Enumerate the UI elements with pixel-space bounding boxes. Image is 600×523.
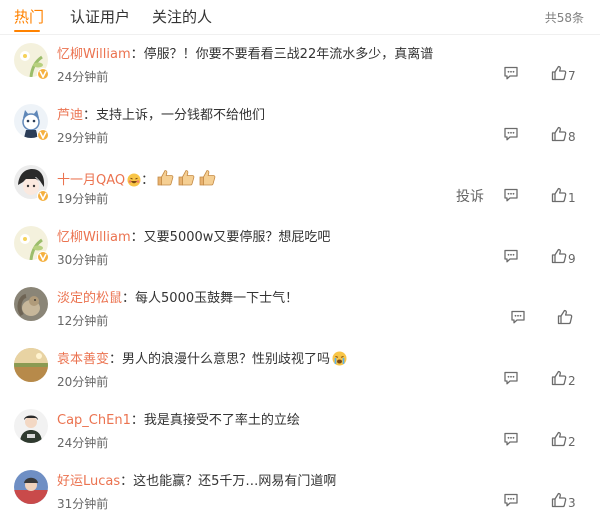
like-icon[interactable]	[551, 126, 567, 142]
verified-badge-icon	[37, 68, 49, 80]
verified-badge-icon	[37, 129, 49, 141]
like-icon[interactable]	[551, 370, 567, 386]
comment-time: 29分钟前	[57, 131, 109, 145]
comment-item: 好运Lucas：这也能赢？还5千万…网易有门道啊 31分钟前 3	[0, 462, 600, 523]
tab-bar: 热门 认证用户 关注的人 共58条	[0, 0, 600, 35]
comment-count: 共58条	[544, 11, 584, 25]
comment-separator: ：	[83, 108, 97, 123]
photo-avatar-icon[interactable]	[14, 470, 48, 504]
thumbs-up-emoji-icon	[198, 168, 217, 193]
comment-separator: ：	[122, 291, 136, 306]
like-icon[interactable]	[557, 309, 573, 325]
active-tab-indicator	[14, 30, 40, 32]
laugh-cry-emoji-icon	[127, 173, 141, 193]
squirrel-avatar-icon[interactable]	[14, 287, 48, 321]
tab-following[interactable]: 关注的人	[152, 7, 212, 27]
comment-time: 24分钟前	[57, 70, 109, 84]
comment-time: 20分钟前	[57, 375, 109, 389]
like-count: 8	[568, 130, 576, 144]
comment-text: 这也能赢？还5千万…网易有门道啊	[133, 474, 337, 489]
comment-time: 19分钟前	[57, 192, 109, 206]
reply-icon[interactable]	[503, 126, 519, 142]
reply-icon[interactable]	[503, 65, 519, 81]
comment-username[interactable]: 忆柳William	[57, 47, 131, 62]
comment-text: 男人的浪漫什么意思？性别歧视了吗	[122, 352, 331, 367]
like-icon[interactable]	[551, 187, 567, 203]
comment-text: 停服？！你要不要看看三战22年流水多少，真离谱	[143, 47, 434, 62]
like-icon[interactable]	[551, 65, 567, 81]
comment-item: 淡定的松鼠：每人5000玉鼓舞一下士气！ 12分钟前	[0, 279, 600, 340]
like-count: 1	[568, 191, 576, 205]
landscape-avatar-icon[interactable]	[14, 348, 48, 382]
comment-text: 又要5000w又要停服？想屁吃吧	[143, 230, 331, 245]
reply-icon[interactable]	[503, 492, 519, 508]
comment-text: 我是真接受不了率土的立绘	[143, 413, 300, 428]
tab-verified-users[interactable]: 认证用户	[70, 7, 130, 27]
comment-username[interactable]: 淡定的松鼠	[57, 291, 122, 306]
comment-time: 30分钟前	[57, 253, 109, 267]
comment-separator: ：	[109, 352, 123, 367]
comment-username[interactable]: 芦迪	[57, 108, 83, 123]
thumbs-up-emoji-icon	[156, 168, 175, 193]
like-count: 9	[568, 252, 576, 266]
comment-item: 忆柳William：停服？！你要不要看看三战22年流水多少，真离谱 24分钟前 …	[0, 35, 600, 96]
comment-username[interactable]: 忆柳William	[57, 230, 131, 245]
like-count: 2	[568, 374, 576, 388]
comment-item: 忆柳William：又要5000w又要停服？想屁吃吧 30分钟前 9	[0, 218, 600, 279]
like-count: 7	[568, 69, 576, 83]
reply-icon[interactable]	[510, 309, 526, 325]
reply-icon[interactable]	[503, 248, 519, 264]
comment-time: 31分钟前	[57, 497, 109, 511]
like-count: 2	[568, 435, 576, 449]
comment-item: 十一月QAQ ： 19分钟前 投诉 1	[0, 157, 600, 218]
thumbs-up-emoji-icon	[177, 168, 196, 193]
comment-separator: ：	[120, 474, 134, 489]
comment-username[interactable]: 好运Lucas	[57, 474, 120, 489]
comment-separator: ：	[130, 230, 144, 245]
like-icon[interactable]	[551, 431, 567, 447]
report-button[interactable]: 投诉	[456, 186, 484, 206]
crying-emoji-icon	[332, 351, 347, 372]
comment-list: 忆柳William：停服？！你要不要看看三战22年流水多少，真离谱 24分钟前 …	[0, 35, 600, 523]
comment-item: 袁本善变：男人的浪漫什么意思？性别歧视了吗 20分钟前 2	[0, 340, 600, 401]
verified-badge-icon	[37, 190, 49, 202]
comment-text: 每人5000玉鼓舞一下士气！	[135, 291, 299, 306]
comment-time: 24分钟前	[57, 436, 109, 450]
reply-icon[interactable]	[503, 431, 519, 447]
comment-text: 支持上诉，一分钱都不给他们	[96, 108, 266, 123]
comment-username[interactable]: 十一月QAQ	[57, 173, 125, 188]
comment-username[interactable]: Cap_ChEn1	[57, 413, 131, 428]
comment-separator: ：	[130, 47, 144, 62]
verified-badge-icon	[37, 251, 49, 263]
comment-separator: ：	[141, 173, 155, 188]
comment-item: Cap_ChEn1：我是真接受不了率土的立绘 24分钟前 2	[0, 401, 600, 462]
like-count: 3	[568, 496, 576, 510]
like-icon[interactable]	[551, 492, 567, 508]
comment-separator: ：	[130, 413, 144, 428]
tab-hot[interactable]: 热门	[14, 7, 44, 27]
comment-username[interactable]: 袁本善变	[57, 352, 109, 367]
person-avatar-icon[interactable]	[14, 409, 48, 443]
reply-icon[interactable]	[503, 187, 519, 203]
comment-item: 芦迪：支持上诉，一分钱都不给他们 29分钟前 8	[0, 96, 600, 157]
reply-icon[interactable]	[503, 370, 519, 386]
like-icon[interactable]	[551, 248, 567, 264]
comment-time: 12分钟前	[57, 314, 109, 328]
